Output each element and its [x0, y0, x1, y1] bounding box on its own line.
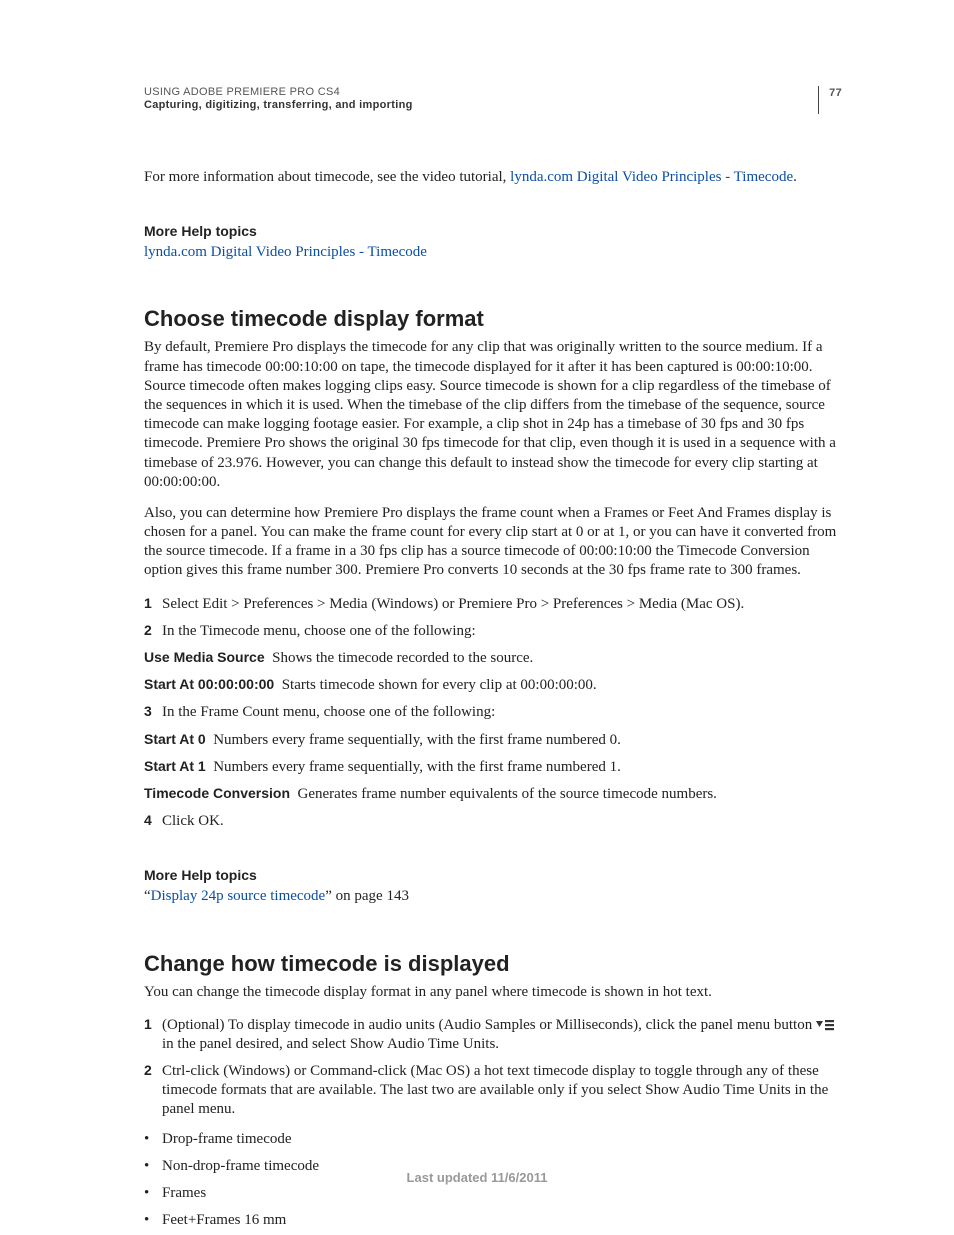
bullet-text: Drop-frame timecode — [162, 1130, 292, 1149]
s2-step1: 1 (Optional) To display timecode in audi… — [144, 1016, 842, 1054]
s1-opt-b: Start At 00:00:00:00 Starts timecode sho… — [144, 676, 842, 695]
more-help-heading: More Help topics — [144, 867, 842, 883]
s1-step3: 3 In the Frame Count menu, choose one of… — [144, 703, 842, 722]
quote-open: “ — [144, 888, 151, 904]
more-help-heading: More Help topics — [144, 223, 842, 239]
step-text: In the Frame Count menu, choose one of t… — [162, 703, 495, 722]
option-label: Start At 1 — [144, 758, 206, 774]
s1-p2: Also, you can determine how Premiere Pro… — [144, 504, 842, 581]
step-number: 4 — [144, 812, 162, 831]
s1-steps: 1 Select Edit > Preferences > Media (Win… — [144, 595, 842, 641]
s2-step1b: in the panel desired, and select Show Au… — [162, 1036, 499, 1052]
quote-close: ” on page 143 — [325, 888, 409, 904]
option-desc: Numbers every frame sequentially, with t… — [213, 759, 621, 775]
s1-opt-c: Start At 0 Numbers every frame sequentia… — [144, 731, 842, 750]
list-item: •Frames — [144, 1184, 842, 1203]
intro-post: . — [793, 169, 797, 185]
s1-p1: By default, Premiere Pro displays the ti… — [144, 338, 842, 492]
section-heading-choose-format: Choose timecode display format — [144, 306, 842, 332]
intro-paragraph: For more information about timecode, see… — [144, 168, 842, 187]
step-text: Select Edit > Preferences > Media (Windo… — [162, 595, 744, 614]
s2-steps: 1 (Optional) To display timecode in audi… — [144, 1016, 842, 1120]
step-number: 1 — [144, 595, 162, 614]
step-text: Ctrl-click (Windows) or Command-click (M… — [162, 1062, 842, 1120]
step-text: In the Timecode menu, choose one of the … — [162, 622, 476, 641]
header-subtitle: Capturing, digitizing, transferring, and… — [144, 99, 413, 111]
bullet-text: Feet+Frames 16 mm — [162, 1211, 286, 1230]
list-item: •Drop-frame timecode — [144, 1130, 842, 1149]
page-number: 77 — [818, 86, 842, 114]
s2-step1a: (Optional) To display timecode in audio … — [162, 1017, 816, 1033]
option-label: Start At 00:00:00:00 — [144, 676, 274, 692]
option-label: Start At 0 — [144, 731, 206, 747]
s1-step2: 2 In the Timecode menu, choose one of th… — [144, 622, 842, 641]
option-desc: Generates frame number equivalents of th… — [298, 786, 717, 802]
more-help-2: More Help topics “Display 24p source tim… — [144, 867, 842, 906]
option-desc: Numbers every frame sequentially, with t… — [213, 732, 621, 748]
s2-step2: 2 Ctrl-click (Windows) or Command-click … — [144, 1062, 842, 1120]
page-header: USING ADOBE PREMIERE PRO CS4 Capturing, … — [144, 86, 842, 114]
section-heading-change-display: Change how timecode is displayed — [144, 951, 842, 977]
option-label: Use Media Source — [144, 649, 265, 665]
s1-step1: 1 Select Edit > Preferences > Media (Win… — [144, 595, 842, 614]
bullet-text: Frames — [162, 1184, 206, 1203]
option-desc: Starts timecode shown for every clip at … — [282, 677, 597, 693]
step-number: 3 — [144, 703, 162, 722]
s1-opt-d: Start At 1 Numbers every frame sequentia… — [144, 758, 842, 777]
s1-step4: 4 Click OK. — [144, 812, 842, 831]
header-title: USING ADOBE PREMIERE PRO CS4 — [144, 86, 413, 98]
step-text: Click OK. — [162, 812, 224, 831]
more-help-line: “Display 24p source timecode” on page 14… — [144, 887, 842, 906]
page-footer: Last updated 11/6/2011 — [0, 1170, 954, 1185]
more-help-link[interactable]: lynda.com Digital Video Principles - Tim… — [144, 244, 427, 260]
s1-opt-e: Timecode Conversion Generates frame numb… — [144, 785, 842, 804]
step-text: (Optional) To display timecode in audio … — [162, 1016, 842, 1054]
s2-p1: You can change the timecode display form… — [144, 983, 842, 1002]
step-number: 2 — [144, 1062, 162, 1120]
header-left: USING ADOBE PREMIERE PRO CS4 Capturing, … — [144, 86, 413, 111]
more-help-1: More Help topics lynda.com Digital Video… — [144, 223, 842, 262]
intro-link[interactable]: lynda.com Digital Video Principles - Tim… — [510, 169, 793, 185]
intro-pre: For more information about timecode, see… — [144, 169, 510, 185]
more-help-link-2[interactable]: Display 24p source timecode — [151, 888, 326, 904]
s1-opt-a: Use Media Source Shows the timecode reco… — [144, 649, 842, 668]
step-number: 1 — [144, 1016, 162, 1054]
option-label: Timecode Conversion — [144, 785, 290, 801]
step-number: 2 — [144, 622, 162, 641]
panel-menu-icon — [816, 1019, 834, 1031]
option-desc: Shows the timecode recorded to the sourc… — [272, 650, 533, 666]
bullet-dot: • — [144, 1130, 162, 1149]
list-item: •Feet+Frames 16 mm — [144, 1211, 842, 1230]
bullet-dot: • — [144, 1211, 162, 1230]
bullet-dot: • — [144, 1184, 162, 1203]
